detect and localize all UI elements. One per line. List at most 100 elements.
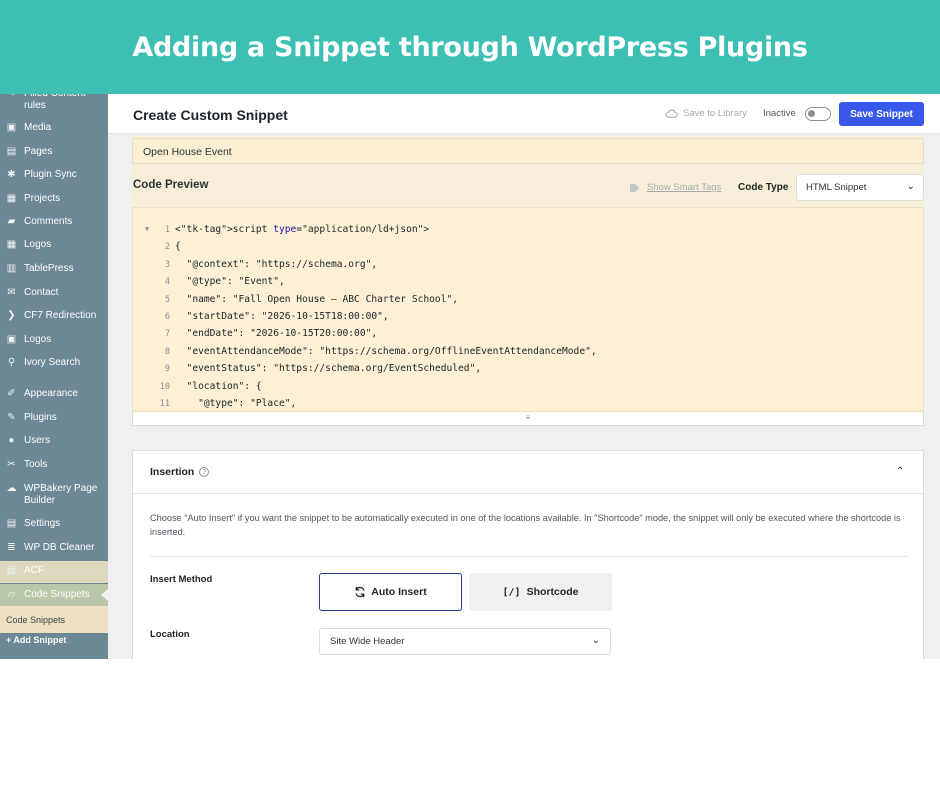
code-line: "eventAttendanceMode": "https://schema.o… (175, 345, 597, 357)
code-line: "@type": "Place", (175, 398, 297, 409)
location-select[interactable]: Site Wide Header ⌄ (319, 628, 611, 655)
show-smart-tags-link[interactable]: Show Smart Tags (629, 182, 721, 193)
banner-title: Adding a Snippet through WordPress Plugi… (132, 31, 808, 63)
page-root: Adding a Snippet through WordPress Plugi… (0, 0, 940, 788)
divider (150, 556, 908, 557)
cloud-icon (665, 109, 678, 118)
code-type-label: Code Type (738, 182, 789, 193)
grid-icon: ▦ (6, 193, 17, 204)
sidebar-item[interactable]: ▤ Pages (0, 146, 108, 158)
line-number: 9 (164, 364, 170, 375)
page-title: Create Custom Snippet (133, 107, 288, 123)
line-number: 2 (164, 242, 170, 253)
auto-insert-button[interactable]: Auto Insert (319, 573, 462, 611)
sidebar-item-label: Tools (24, 459, 48, 470)
sidebar-item[interactable]: ✉ Contact (0, 287, 108, 299)
code-line: "startDate": "2026-10-15T18:00:00", (175, 311, 389, 322)
fold-arrow-icon[interactable]: ▼ (145, 225, 149, 233)
sidebar-item[interactable]: ▤ Settings (0, 518, 108, 530)
sidebar-item-label: Pages (24, 146, 53, 157)
sidebar-item[interactable]: ✐ Appearance (0, 388, 108, 400)
save-to-library-link[interactable]: Save to Library (665, 108, 747, 119)
plug-icon: ✎ (7, 412, 16, 423)
sidebar-item-label: Logos (24, 239, 52, 250)
line-number: 4 (164, 277, 170, 288)
sidebar-item[interactable]: ☁ WPBakery Page Builder (0, 483, 108, 507)
code-editor[interactable]: ▼ 1 2 3 4 5 6 7 8 9 10 11 <"tk-tag">script type="a… (132, 207, 924, 412)
sidebar-item[interactable]: ≣ WP DB Cleaner (0, 542, 108, 554)
snippet-title-input[interactable]: Open House Event (132, 138, 924, 164)
sidebar-item-label: Logos (24, 334, 52, 345)
sidebar-item[interactable]: ▱ Code Snippets (0, 589, 108, 601)
sidebar-item[interactable]: ▣ Media (0, 122, 108, 134)
sidebar-item-label: Plugin Sync (24, 169, 77, 180)
line-number: 7 (164, 329, 170, 340)
sidebar-item[interactable]: ❯ CF7 Redirection (0, 310, 108, 322)
sidebar-item[interactable]: ✱ Plugin Sync (0, 169, 108, 181)
sidebar-item-label: Settings (24, 518, 61, 529)
shortcode-icon: [/] (502, 586, 521, 598)
wrench-icon: ✂ (7, 459, 16, 470)
shortcode-label: Shortcode (526, 586, 579, 598)
show-smart-tags-label: Show Smart Tags (647, 182, 722, 193)
location-label: Location (150, 629, 190, 640)
cloud-icon: ☁ (6, 483, 17, 494)
submenu-item-code-snippets[interactable]: Code Snippets (6, 615, 65, 625)
sidebar-item[interactable]: ▤ ACF (0, 565, 108, 577)
snippet-title-value: Open House Event (143, 146, 232, 158)
code-icon: ▱ (7, 589, 16, 600)
sidebar-item-label: Media (24, 122, 52, 133)
location-value: Site Wide Header (330, 636, 405, 647)
sidebar-item[interactable]: ▦ Projects (0, 193, 108, 205)
line-number: 5 (164, 294, 170, 305)
insertion-panel: Insertion ? ⌃ Choose "Auto Insert" if yo… (132, 450, 924, 659)
line-number: 11 (159, 399, 170, 409)
insertion-panel-header[interactable]: Insertion ? ⌃ (133, 451, 923, 494)
submenu-item-add-snippet[interactable]: + Add Snippet (6, 635, 66, 645)
sidebar-item-label: Appearance (24, 388, 78, 399)
sidebar-item[interactable]: ✎ Plugins (0, 412, 108, 424)
chevron-down-icon: ⌄ (591, 635, 600, 646)
code-line: "@type": "Event", (175, 276, 285, 288)
editor-gutter: ▼ 1 2 3 4 5 6 7 8 9 10 11 (133, 208, 173, 411)
image-icon: ▣ (6, 334, 17, 345)
shortcode-button[interactable]: [/] Shortcode (469, 573, 612, 611)
code-type-select[interactable]: HTML Snippet ⌄ (796, 174, 924, 201)
code-line: "endDate": "2026-10-15T20:00:00", (175, 328, 378, 340)
sidebar-item[interactable]: ▦ Logos (0, 239, 108, 251)
sidebar-item-label: Plugins (24, 412, 57, 423)
banner: Adding a Snippet through WordPress Plugi… (0, 0, 940, 94)
editor-resize-handle[interactable]: ≡ (132, 412, 924, 426)
settings-icon: ▤ (6, 518, 17, 529)
code-line: { (175, 241, 181, 253)
save-snippet-button[interactable]: Save Snippet (839, 102, 924, 126)
line-number: 8 (164, 346, 170, 357)
line-number: 10 (159, 381, 170, 392)
sidebar-item[interactable]: ▥ TablePress (0, 263, 108, 275)
chevron-up-icon[interactable]: ⌃ (896, 466, 904, 477)
sidebar-item[interactable]: ✂ Tools (0, 459, 108, 471)
line-number: 6 (164, 312, 170, 322)
sidebar-item-label: Users (24, 435, 51, 446)
sidebar-item[interactable]: ▣ Logos (0, 334, 108, 346)
code-type-value: HTML Snippet (806, 182, 867, 193)
brush-icon: ✐ (7, 388, 16, 399)
active-toggle[interactable] (805, 107, 831, 121)
auto-insert-label: Auto Insert (371, 586, 427, 598)
sidebar-item-label: Comments (24, 216, 73, 227)
status-label: Inactive (763, 108, 796, 119)
database-icon: ≣ (7, 542, 16, 553)
sidebar-item[interactable]: ⚲ Ivory Search (0, 357, 108, 369)
sidebar-item-label: Ivory Search (24, 357, 81, 368)
sidebar-item[interactable]: ▰ Comments (0, 216, 108, 228)
sidebar-item-label: WPBakery Page Builder (24, 483, 98, 506)
search-icon: ⚲ (7, 357, 16, 368)
chevron-down-icon: ⌄ (906, 181, 915, 192)
sidebar-item[interactable]: ● Users (0, 435, 108, 447)
sidebar-item-label: TablePress (24, 263, 74, 274)
media-icon: ▣ (6, 122, 17, 133)
sidebar-item-label: WP DB Cleaner (24, 542, 95, 553)
insertion-title-text: Insertion (150, 466, 195, 478)
help-icon[interactable]: ? (199, 467, 210, 477)
sidebar-item[interactable]: ✎ Filled Content rules (0, 94, 108, 112)
